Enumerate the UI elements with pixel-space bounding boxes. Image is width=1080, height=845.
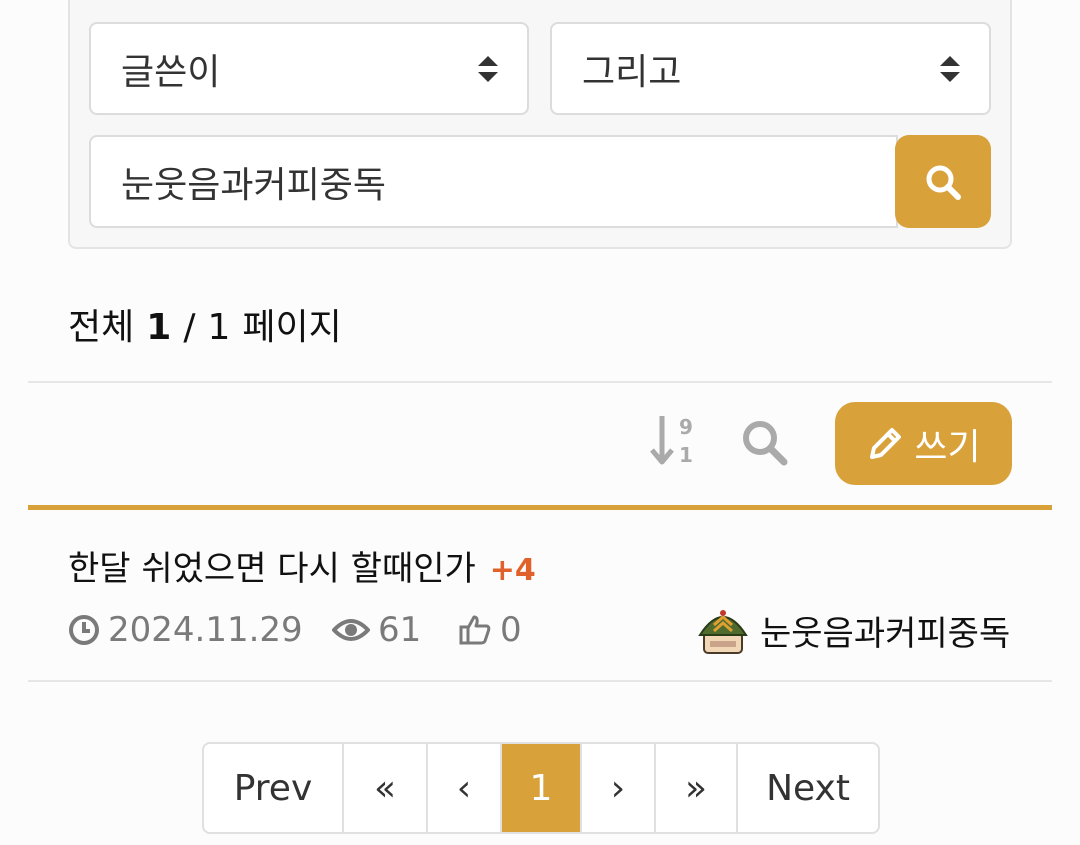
post-author[interactable]: 눈웃음과커피중독 <box>696 603 1010 657</box>
write-button[interactable]: 쓰기 <box>835 402 1012 485</box>
divider <box>28 680 1052 682</box>
clock-icon <box>69 615 99 645</box>
pagination-previous-button[interactable]: ‹ <box>426 744 500 832</box>
search-field-select-value: 글쓴이 <box>121 51 221 93</box>
post-views: 61 <box>332 608 421 652</box>
post-title-text[interactable]: 한달 쉬었으면 다시 할때인가 <box>68 541 476 590</box>
page-summary-current: 1 <box>146 307 172 348</box>
avatar <box>698 610 748 654</box>
page-summary-prefix: 전체 <box>68 307 135 348</box>
page-summary-total: 1 <box>207 307 231 348</box>
pagination-first-button[interactable]: « <box>342 744 426 832</box>
post-author-name[interactable]: 눈웃음과커피중독 <box>760 606 1010 655</box>
search-field-select[interactable]: 글쓴이 <box>89 22 529 115</box>
search-input[interactable]: 눈웃음과커피중독 <box>89 135 898 228</box>
post-date-text: 2024.11.29 <box>108 610 303 650</box>
search-icon <box>926 165 961 200</box>
divider <box>28 381 1052 383</box>
pagination-last-button[interactable]: » <box>654 744 736 832</box>
search-icon[interactable] <box>740 418 790 468</box>
pagination-current-page[interactable]: 1 <box>500 744 580 832</box>
select-arrows-icon <box>940 55 960 82</box>
pencil-icon <box>870 427 902 459</box>
search-input-value: 눈웃음과커피중독 <box>121 164 386 206</box>
search-submit-button[interactable] <box>895 135 991 228</box>
write-button-label: 쓰기 <box>914 426 981 468</box>
pagination: Prev « ‹ 1 › » Next <box>202 742 880 834</box>
pagination-next-arrow-button[interactable]: › <box>580 744 654 832</box>
post-likes: 0 <box>458 608 522 652</box>
pagination-prev-button[interactable]: Prev <box>204 744 342 832</box>
sort-numeric-desc-icon[interactable]: 9 1 <box>650 412 700 468</box>
page-summary-suffix: 페이지 <box>242 307 342 348</box>
pagination-next-button[interactable]: Next <box>736 744 878 832</box>
search-operator-select[interactable]: 그리고 <box>550 22 991 115</box>
post-title[interactable]: 한달 쉬었으면 다시 할때인가 +4 <box>68 541 536 590</box>
page-summary-separator: / <box>183 307 196 348</box>
post-likes-count: 0 <box>500 610 522 650</box>
eye-icon <box>332 619 370 641</box>
page-summary: 전체 1 / 1 페이지 <box>68 298 342 350</box>
post-date: 2024.11.29 <box>68 608 303 652</box>
thumbs-up-icon <box>459 615 491 645</box>
select-arrows-icon <box>478 55 498 82</box>
svg-text:1: 1 <box>679 443 693 467</box>
comment-count-badge: +4 <box>489 553 536 588</box>
search-operator-select-value: 그리고 <box>582 51 682 93</box>
svg-text:9: 9 <box>679 415 693 439</box>
post-views-count: 61 <box>378 610 422 650</box>
list-top-border <box>28 505 1052 510</box>
